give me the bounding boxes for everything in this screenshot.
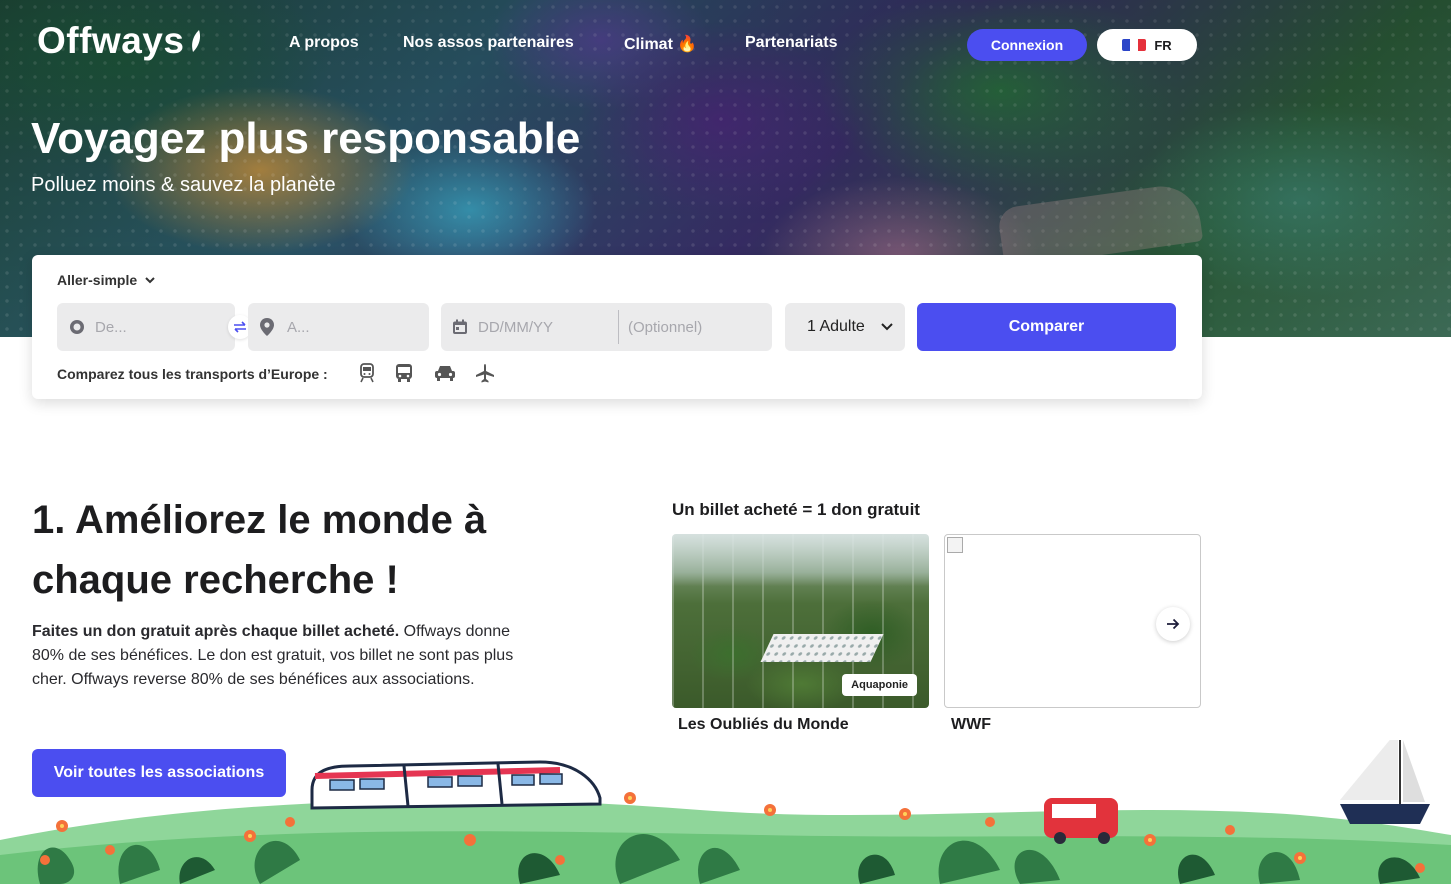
section-text-bold: Faites un don gratuit après chaque bille… xyxy=(32,623,400,640)
carousel-next-button[interactable] xyxy=(1156,607,1190,641)
car-icon[interactable] xyxy=(433,363,457,383)
dates-field[interactable] xyxy=(441,303,772,351)
nav-item-partenariats[interactable]: Partenariats xyxy=(745,34,838,52)
chevron-down-icon xyxy=(881,323,893,331)
date-divider xyxy=(618,310,619,344)
train-icon[interactable] xyxy=(357,363,377,383)
aquaponic-tray xyxy=(760,634,884,662)
leaf-icon xyxy=(192,30,201,52)
from-field[interactable] xyxy=(57,303,235,351)
return-date-input[interactable] xyxy=(628,318,768,336)
origin-dot-icon xyxy=(70,320,84,334)
calendar-icon xyxy=(453,319,467,334)
association-card-image[interactable]: Aquaponie xyxy=(672,534,929,708)
category-badge: Aquaponie xyxy=(842,674,917,696)
trip-type-dropdown[interactable]: Aller-simple xyxy=(57,272,155,288)
search-card: Aller-simple 1 A xyxy=(32,255,1202,399)
landscape-illustration xyxy=(0,740,1451,884)
to-field[interactable] xyxy=(248,303,429,351)
bus-illustration xyxy=(1044,798,1118,844)
trip-type-label: Aller-simple xyxy=(57,272,138,288)
language-label: FR xyxy=(1154,37,1172,53)
compare-button[interactable]: Comparer xyxy=(917,303,1176,351)
bus-icon[interactable] xyxy=(394,363,414,383)
to-input[interactable] xyxy=(287,318,429,336)
nav-item-climat[interactable]: Climat 🔥 xyxy=(624,34,697,54)
plane-icon[interactable] xyxy=(475,363,495,383)
logo[interactable]: Offways xyxy=(37,20,202,62)
login-button[interactable]: Connexion xyxy=(967,29,1087,61)
association-name[interactable]: WWF xyxy=(951,716,991,734)
association-name[interactable]: Les Oubliés du Monde xyxy=(678,716,849,734)
sailboat-illustration xyxy=(1340,740,1430,824)
donations-title: Un billet acheté = 1 don gratuit xyxy=(672,500,920,519)
nav-item-assos[interactable]: Nos assos partenaires xyxy=(403,34,574,52)
hero-subtitle: Polluez moins & sauvez la planète xyxy=(31,174,336,196)
hero-title: Voyagez plus responsable xyxy=(31,114,581,163)
broken-image-icon xyxy=(947,537,963,553)
passengers-value: 1 Adulte xyxy=(807,318,865,335)
chevron-down-icon xyxy=(145,276,155,283)
logo-text: Offways xyxy=(37,20,185,61)
flag-fr-icon xyxy=(1122,39,1147,51)
passengers-select[interactable]: 1 Adulte xyxy=(785,303,905,351)
language-selector[interactable]: FR xyxy=(1097,29,1197,61)
departure-date-input[interactable] xyxy=(478,318,608,336)
train-illustration xyxy=(310,760,602,810)
from-input[interactable] xyxy=(95,318,235,336)
section-text: Faites un don gratuit après chaque bille… xyxy=(32,620,532,692)
nav-item-a-propos[interactable]: A propos xyxy=(289,34,359,52)
section-title: 1. Améliorez le monde à chaque recherche… xyxy=(32,498,487,602)
transports-label: Comparez tous les transports d’Europe : xyxy=(57,366,328,382)
location-pin-icon xyxy=(260,318,274,336)
arrow-right-icon xyxy=(1167,618,1180,630)
swap-arrows-icon xyxy=(234,321,246,333)
